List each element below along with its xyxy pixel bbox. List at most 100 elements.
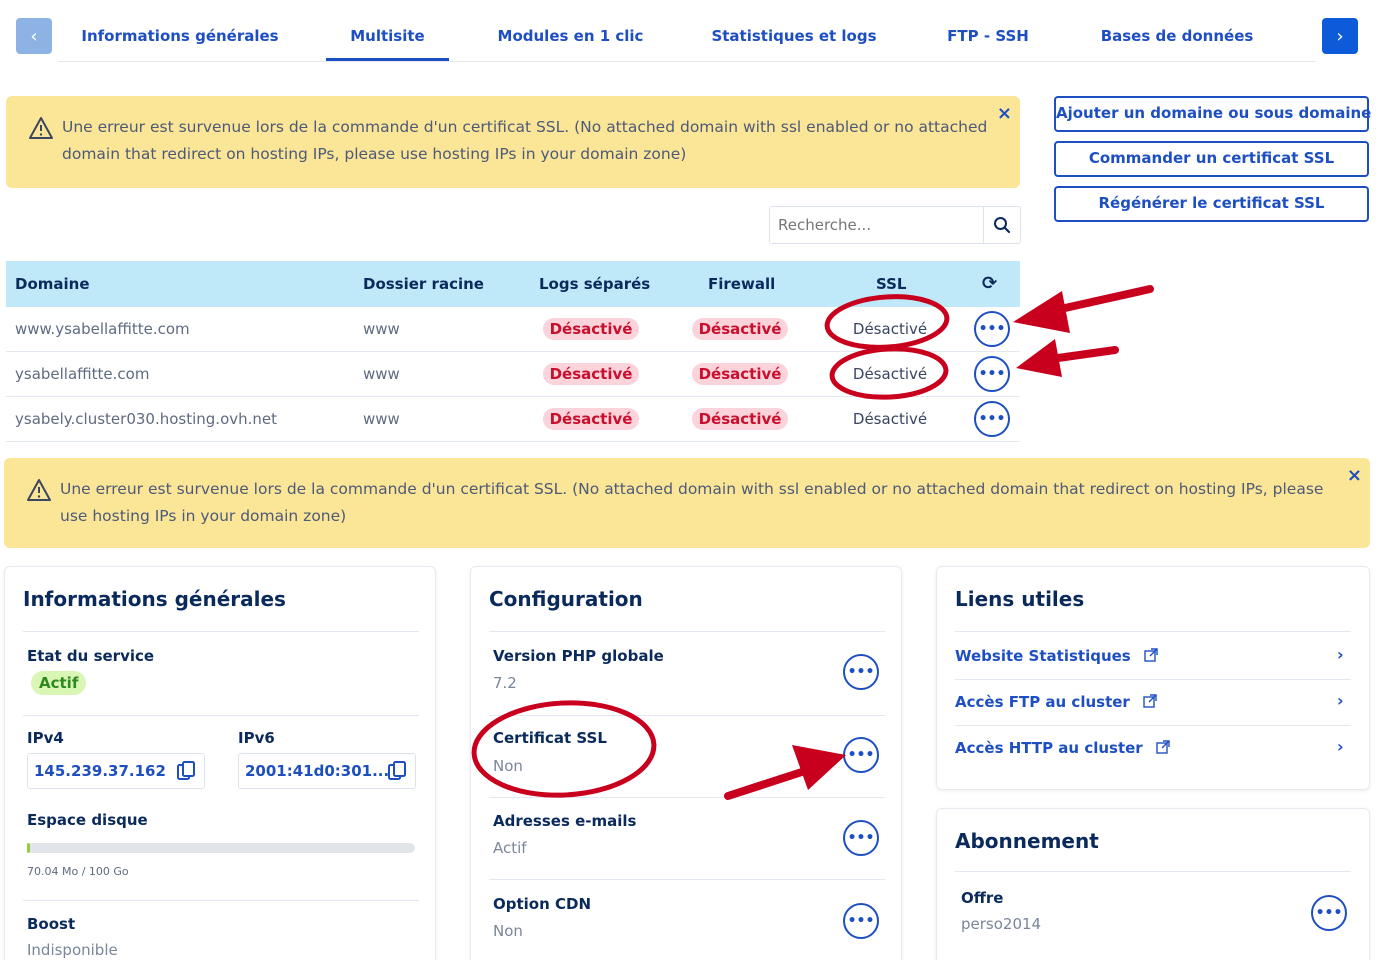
tab-multisite[interactable]: Multisite (326, 14, 449, 61)
divider (955, 631, 1351, 632)
service-state-badge: Actif (31, 671, 87, 695)
root-cell: www (363, 365, 400, 383)
ipv4-label: IPv4 (27, 729, 64, 747)
cdn-option-label: Option CDN (493, 895, 592, 913)
php-version-label: Version PHP globale (493, 647, 664, 665)
external-link-icon (1156, 740, 1170, 754)
link-label: Accès FTP au cluster (955, 693, 1130, 711)
http-cluster-link[interactable]: Accès HTTP au cluster (955, 739, 1170, 757)
ssl-error-banner-bottom: Une erreur est survenue lors de la comma… (4, 458, 1370, 548)
php-version-menu-button[interactable]: ••• (843, 654, 879, 690)
add-domain-button[interactable]: Ajouter un domaine ou sous domaine (1054, 96, 1371, 132)
ssl-certificate-label: Certificat SSL (493, 729, 607, 747)
row-actions-button[interactable]: ••• (974, 356, 1010, 392)
website-statistics-link[interactable]: Website Statistiques (955, 647, 1158, 665)
search-input[interactable] (770, 207, 984, 243)
table-row: ysabely.cluster030.hosting.ovh.net www D… (6, 397, 1020, 442)
col-header-root[interactable]: Dossier racine (363, 261, 484, 307)
subscription-card: Abonnement Offre perso2014 ••• (936, 808, 1370, 960)
banner-message: Une erreur est survenue lors de la comma… (60, 480, 1324, 525)
ssl-certificate-menu-button[interactable]: ••• (843, 737, 879, 773)
tab-bases-de-donnees[interactable]: Bases de données (1098, 14, 1256, 61)
ssl-status: Désactivé (852, 365, 928, 383)
chevron-right-icon: › (1337, 737, 1344, 756)
domain-cell: ysabely.cluster030.hosting.ovh.net (15, 410, 278, 428)
firewall-status-badge: Désactivé (692, 318, 788, 340)
email-addresses-value: Actif (493, 839, 527, 857)
domain-cell: www.ysabellaffitte.com (15, 320, 190, 338)
logs-status-badge: Désactivé (543, 408, 639, 430)
table-row: ysabellaffitte.com www Désactivé Désacti… (6, 352, 1020, 397)
divider (23, 631, 419, 632)
row-actions-button[interactable]: ••• (974, 311, 1010, 347)
offer-menu-button[interactable]: ••• (1311, 895, 1347, 931)
service-state-label: Etat du service (27, 647, 155, 665)
link-label: Accès HTTP au cluster (955, 739, 1143, 757)
disk-usage-fill (27, 843, 31, 853)
tabs-prev-button[interactable]: ‹ (16, 18, 52, 54)
divider (489, 715, 885, 716)
ssl-status: Désactivé (852, 320, 928, 338)
card-title: Abonnement (955, 829, 1099, 853)
email-addresses-menu-button[interactable]: ••• (843, 820, 879, 856)
search-button[interactable] (984, 207, 1020, 243)
tab-informations-generales[interactable]: Informations générales (78, 14, 282, 61)
col-header-logs[interactable]: Logs séparés (539, 261, 650, 307)
ftp-cluster-link[interactable]: Accès FTP au cluster (955, 693, 1157, 711)
red-arrow-icon (1016, 339, 1119, 377)
table-row: www.ysabellaffitte.com www Désactivé Dés… (6, 307, 1020, 352)
close-icon[interactable]: × (1347, 462, 1362, 489)
divider (955, 679, 1351, 680)
tab-ftp-ssh[interactable]: FTP - SSH (938, 14, 1038, 61)
offer-label: Offre (961, 889, 1004, 907)
close-icon[interactable]: × (997, 100, 1012, 127)
chevron-right-icon: › (1337, 691, 1344, 710)
domains-table-header: Domaine Dossier racine Logs séparés Fire… (6, 261, 1020, 307)
divider (489, 631, 885, 632)
php-version-value: 7.2 (493, 674, 517, 692)
card-title: Configuration (489, 587, 643, 611)
ssl-status: Désactivé (852, 410, 928, 428)
logs-status-badge: Désactivé (543, 363, 639, 385)
refresh-icon[interactable]: ⟳ (982, 261, 997, 307)
tabs-next-button[interactable]: › (1322, 18, 1358, 54)
ipv4-value: 145.239.37.162 (34, 762, 166, 780)
tab-modules-en-1-clic[interactable]: Modules en 1 clic (493, 14, 648, 61)
disk-usage-bar (27, 843, 415, 853)
red-arrow-icon (1013, 285, 1154, 333)
general-info-card: Informations générales Etat du service A… (4, 566, 436, 960)
firewall-status-badge: Désactivé (692, 363, 788, 385)
ssl-certificate-value: Non (493, 757, 523, 775)
ipv6-label: IPv6 (238, 729, 275, 747)
chevron-right-icon: › (1337, 645, 1344, 664)
divider (23, 900, 419, 901)
regenerate-ssl-button[interactable]: Régénérer le certificat SSL (1054, 186, 1369, 222)
col-header-ssl[interactable]: SSL (876, 261, 907, 307)
search-icon (994, 217, 1011, 234)
row-actions-button[interactable]: ••• (974, 401, 1010, 437)
domain-cell: ysabellaffitte.com (15, 365, 150, 383)
col-header-domain[interactable]: Domaine (15, 261, 90, 307)
boost-value: Indisponible (27, 941, 118, 959)
tab-bar: Informations générales Multisite Modules… (58, 14, 1316, 62)
cdn-option-value: Non (493, 922, 523, 940)
root-cell: www (363, 320, 400, 338)
disk-space-label: Espace disque (27, 811, 148, 829)
firewall-status-badge: Désactivé (692, 408, 788, 430)
external-link-icon (1144, 648, 1158, 662)
divider (489, 797, 885, 798)
divider (23, 715, 419, 716)
useful-links-card: Liens utiles Website Statistiques › Accè… (936, 566, 1370, 790)
link-label: Website Statistiques (955, 647, 1131, 665)
external-link-icon (1143, 694, 1157, 708)
banner-message: Une erreur est survenue lors de la comma… (62, 118, 988, 163)
order-ssl-button[interactable]: Commander un certificat SSL (1054, 141, 1369, 177)
tab-statistiques-et-logs[interactable]: Statistiques et logs (708, 14, 880, 61)
divider (489, 879, 885, 880)
copy-icon[interactable] (177, 761, 195, 781)
offer-value: perso2014 (961, 915, 1042, 933)
boost-label: Boost (27, 915, 76, 933)
col-header-firewall[interactable]: Firewall (708, 261, 775, 307)
cdn-option-menu-button[interactable]: ••• (843, 903, 879, 939)
copy-icon[interactable] (388, 761, 406, 781)
